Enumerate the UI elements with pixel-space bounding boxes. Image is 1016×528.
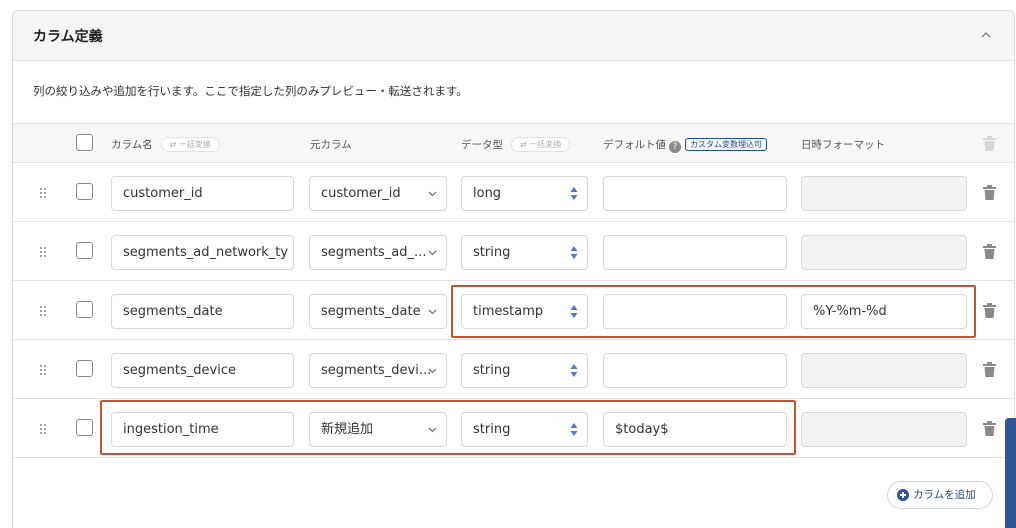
data-type-bulk-convert-button[interactable]: ⇄ 一括変換	[511, 137, 571, 152]
help-icon[interactable]: ?	[669, 141, 681, 153]
panel-description: 列の絞り込みや追加を行います。ここで指定した列のみプレビュー・転送されます。	[33, 84, 468, 98]
select-arrows-icon	[570, 364, 578, 377]
select-arrows-icon	[570, 187, 578, 200]
select-arrows-icon	[570, 246, 578, 259]
trash-icon[interactable]	[983, 303, 996, 318]
side-scroll-tab[interactable]	[1005, 418, 1016, 528]
datetime-format-input	[801, 353, 967, 388]
highlight-box-timestamp-row	[451, 285, 976, 338]
drag-handle-icon[interactable]	[39, 423, 47, 435]
column-name-input[interactable]: segments_device	[111, 353, 294, 388]
datetime-format-input	[801, 412, 967, 447]
chevron-down-icon	[428, 250, 437, 256]
plus-circle-icon	[897, 489, 909, 501]
custom-variable-badge: カスタム変数埋込可	[685, 138, 767, 151]
header-source-column: 元カラム	[310, 139, 352, 151]
column-name-bulk-convert-button[interactable]: ⇄ 一括変換	[160, 137, 220, 152]
row-checkbox[interactable]	[76, 301, 93, 318]
column-definition-panel: カラム定義 列の絞り込みや追加を行います。ここで指定した列のみプレビュー・転送さ…	[12, 10, 1015, 528]
table-row: segments_ad_network_ty segments_ad_... s…	[13, 222, 1014, 281]
source-column-select[interactable]: segments_ad_...	[309, 235, 447, 270]
chevron-down-icon	[428, 368, 437, 374]
chevron-down-icon	[428, 191, 437, 197]
datetime-format-input	[801, 176, 967, 211]
data-type-select[interactable]: string	[461, 235, 588, 270]
header-data-type: データ型 ⇄ 一括変換	[461, 137, 571, 152]
default-value-input[interactable]	[603, 176, 787, 211]
row-checkbox[interactable]	[76, 242, 93, 259]
default-value-input[interactable]	[603, 353, 787, 388]
source-column-select[interactable]: customer_id	[309, 176, 447, 211]
chevron-up-icon[interactable]	[980, 29, 992, 41]
default-value-input[interactable]	[603, 235, 787, 270]
trash-icon[interactable]	[983, 421, 996, 436]
table-header: カラム名 ⇄ 一括変換 元カラム データ型 ⇄ 一括変換 デフォルト値? カスタム変数…	[13, 123, 1014, 163]
source-column-select[interactable]: segments_devi...	[309, 353, 447, 388]
row-checkbox[interactable]	[76, 183, 93, 200]
column-name-input[interactable]: segments_date	[111, 294, 294, 329]
panel-header[interactable]: カラム定義	[13, 11, 1014, 61]
highlight-box-ingestion-row	[100, 400, 796, 455]
drag-handle-icon[interactable]	[39, 364, 47, 376]
column-name-input[interactable]: segments_ad_network_ty	[111, 235, 294, 270]
row-checkbox[interactable]	[76, 360, 93, 377]
data-type-select[interactable]: string	[461, 353, 588, 388]
trash-icon[interactable]	[983, 362, 996, 377]
table-row: segments_device segments_devi... string	[13, 340, 1014, 399]
header-datetime-format: 日時フォーマット	[801, 139, 885, 151]
row-checkbox[interactable]	[76, 419, 93, 436]
drag-handle-icon[interactable]	[39, 246, 47, 258]
trash-icon[interactable]	[983, 244, 996, 259]
trash-icon[interactable]	[983, 185, 996, 200]
source-column-select[interactable]: segments_date	[309, 294, 447, 329]
datetime-format-input	[801, 235, 967, 270]
chevron-down-icon	[428, 309, 437, 315]
select-all-checkbox[interactable]	[76, 134, 93, 151]
column-name-input[interactable]: customer_id	[111, 176, 294, 211]
drag-handle-icon[interactable]	[39, 187, 47, 199]
trash-icon[interactable]	[983, 136, 996, 151]
header-default-value: デフォルト値? カスタム変数埋込可	[603, 137, 767, 153]
data-type-select[interactable]: long	[461, 176, 588, 211]
header-column-name: カラム名 ⇄ 一括変換	[111, 137, 220, 152]
table-row: customer_id customer_id long	[13, 163, 1014, 222]
add-column-button[interactable]: カラムを追加	[887, 481, 993, 509]
drag-handle-icon[interactable]	[39, 305, 47, 317]
panel-title: カラム定義	[33, 29, 103, 45]
